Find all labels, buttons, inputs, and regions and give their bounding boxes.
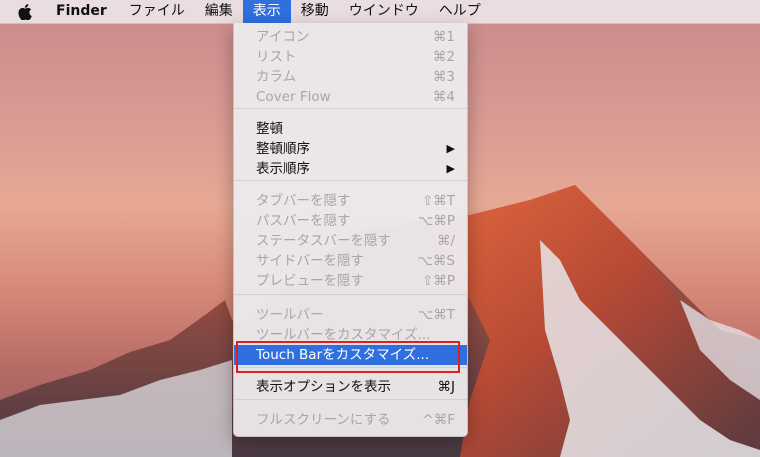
apple-icon[interactable] xyxy=(0,0,44,23)
menu-app-finder[interactable]: Finder xyxy=(44,0,119,23)
menu-item-shortcut: ⇧⌘P xyxy=(422,273,455,289)
menu-separator xyxy=(234,367,467,368)
menu-item-label: アイコン xyxy=(256,29,310,45)
hide-status-bar-item[interactable]: ステータスバーを隠す ⌘/ xyxy=(234,231,467,251)
submenu-arrow-icon: ▶ xyxy=(446,142,455,155)
menu-item-label: カラム xyxy=(256,69,297,85)
menu-separator xyxy=(234,399,467,400)
column-view-item[interactable]: カラム ⌘3 xyxy=(234,67,467,87)
menu-item-shortcut: ⌘3 xyxy=(432,69,455,85)
submenu-arrow-icon: ▶ xyxy=(446,162,455,175)
hide-sidebar-item[interactable]: サイドバーを隠す ⌥⌘S xyxy=(234,251,467,271)
menu-item-shortcut: ⌘1 xyxy=(432,29,455,45)
menu-bar: Finder ファイル 編集 表示 移動 ウインドウ ヘルプ xyxy=(0,0,760,24)
menu-item-label: ステータスバーを隠す xyxy=(256,233,391,249)
menu-help[interactable]: ヘルプ xyxy=(429,0,491,23)
menu-item-shortcut: ⌥⌘P xyxy=(417,213,455,229)
enter-full-screen-item[interactable]: フルスクリーンにする ^⌘F xyxy=(234,410,467,430)
show-view-options-item[interactable]: 表示オプションを表示 ⌘J xyxy=(234,377,467,397)
menu-item-shortcut: ⌘J xyxy=(437,379,455,395)
clean-up-by-item[interactable]: 整頓順序 ▶ xyxy=(234,139,467,159)
menu-item-label: 整頓 xyxy=(256,121,283,137)
menu-item-label: Touch Barをカスタマイズ... xyxy=(256,347,430,363)
menu-item-shortcut: ⌘4 xyxy=(432,89,455,105)
menu-item-shortcut: ⌘2 xyxy=(432,49,455,65)
list-view-item[interactable]: リスト ⌘2 xyxy=(234,47,467,67)
menu-item-label: パスバーを隠す xyxy=(256,213,351,229)
view-menu-dropdown: アイコン ⌘1 リスト ⌘2 カラム ⌘3 Cover Flow ⌘4 整頓整頓順序 ▶ 表示順序 ▶… xyxy=(233,23,468,437)
menu-separator xyxy=(234,294,467,295)
menu-item-label: ツールバーをカスタマイズ... xyxy=(256,327,431,343)
menu-separator xyxy=(234,180,467,181)
menu-item-label: プレビューを隠す xyxy=(256,273,364,289)
clean-up-item[interactable]: 整頓 xyxy=(234,119,467,139)
menu-file[interactable]: ファイル xyxy=(119,0,195,23)
menu-edit[interactable]: 編集 xyxy=(195,0,243,23)
hide-preview-item[interactable]: プレビューを隠す ⇧⌘P xyxy=(234,271,467,291)
customize-toolbar-item[interactable]: ツールバーをカスタマイズ... xyxy=(234,325,467,345)
menu-item-label: 表示順序 xyxy=(256,161,310,177)
menu-go[interactable]: 移動 xyxy=(291,0,339,23)
menu-separator xyxy=(234,108,467,109)
menu-item-shortcut: ⌥⌘S xyxy=(417,253,455,269)
menu-item-shortcut: ⌘/ xyxy=(436,233,455,249)
menu-item-shortcut: ^⌘F xyxy=(422,412,455,428)
menu-item-shortcut: ⌥⌘T xyxy=(417,307,455,323)
hide-path-bar-item[interactable]: パスバーを隠す ⌥⌘P xyxy=(234,211,467,231)
menu-item-label: リスト xyxy=(256,49,297,65)
customize-touch-bar-item[interactable]: Touch Barをカスタマイズ... xyxy=(234,345,467,365)
menu-item-label: Cover Flow xyxy=(256,89,331,105)
icon-view-item[interactable]: アイコン ⌘1 xyxy=(234,27,467,47)
menu-view[interactable]: 表示 xyxy=(242,0,291,23)
menu-item-label: タブバーを隠す xyxy=(256,193,351,209)
menu-item-label: 整頓順序 xyxy=(256,141,310,157)
cover-flow-item[interactable]: Cover Flow ⌘4 xyxy=(234,87,467,107)
menu-item-shortcut: ⇧⌘T xyxy=(421,193,455,209)
menu-window[interactable]: ウインドウ xyxy=(339,0,429,23)
toolbar-item[interactable]: ツールバー ⌥⌘T xyxy=(234,305,467,325)
menu-item-label: サイドバーを隠す xyxy=(256,253,364,269)
hide-tab-bar-item[interactable]: タブバーを隠す ⇧⌘T xyxy=(234,191,467,211)
sort-by-item[interactable]: 表示順序 ▶ xyxy=(234,159,467,179)
menu-item-label: ツールバー xyxy=(256,307,324,323)
menu-item-label: フルスクリーンにする xyxy=(256,412,391,428)
menu-item-label: 表示オプションを表示 xyxy=(256,379,391,395)
